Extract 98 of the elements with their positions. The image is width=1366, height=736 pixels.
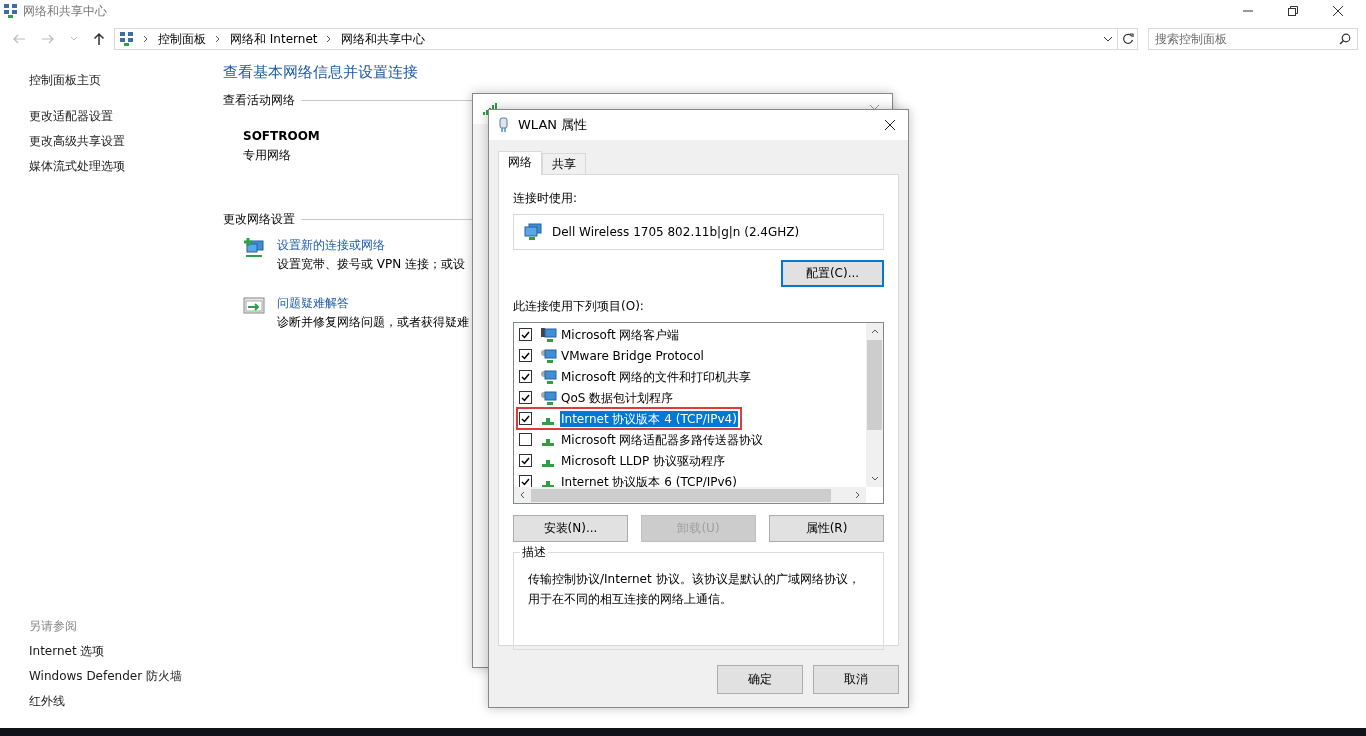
close-icon bbox=[884, 119, 896, 131]
adapter-name: Dell Wireless 1705 802.11b|g|n (2.4GHZ) bbox=[552, 225, 800, 239]
checkbox[interactable] bbox=[519, 370, 532, 383]
list-item[interactable]: Microsoft 网络客户端 bbox=[517, 324, 681, 345]
protocol-icon bbox=[542, 418, 554, 425]
sidebar-link[interactable]: 更改适配器设置 bbox=[29, 107, 223, 125]
scroll-right-icon bbox=[855, 491, 860, 499]
network-icon bbox=[3, 3, 18, 19]
tab[interactable]: 共享 bbox=[542, 153, 586, 174]
sidebar-link[interactable]: 控制面板主页 bbox=[29, 71, 223, 89]
chevron-icon bbox=[143, 35, 149, 43]
checkmark-icon bbox=[521, 393, 530, 402]
restore-icon bbox=[1287, 5, 1299, 17]
back-arrow-icon bbox=[12, 33, 26, 45]
section-heading: 更改网络设置 bbox=[223, 211, 295, 228]
network-name: SOFTROOM bbox=[243, 128, 320, 145]
scroll-up-icon bbox=[870, 329, 879, 334]
network-component-icon bbox=[540, 368, 557, 385]
list-item[interactable]: VMware Bridge Protocol bbox=[517, 345, 705, 366]
dropdown-icon bbox=[70, 36, 78, 42]
dropdown-icon bbox=[1102, 35, 1113, 43]
network-icon bbox=[119, 31, 134, 47]
dialog-button[interactable]: 属性(R) bbox=[769, 515, 884, 542]
scroll-left-icon bbox=[520, 491, 525, 499]
search-field[interactable]: 搜索控制面板 bbox=[1148, 28, 1358, 50]
chevron-icon bbox=[326, 35, 333, 43]
configure-button[interactable]: 配置(C)... bbox=[781, 260, 884, 287]
description-text: 传输控制协议/Internet 协议。该协议是默认的广域网络协议，用于在不同的相互连接的网络上通信。 bbox=[528, 571, 861, 608]
network-type: 专用网络 bbox=[243, 147, 291, 164]
checkbox[interactable] bbox=[519, 391, 532, 404]
task-description: 设置宽带、拨号或 VPN 连接；或设 bbox=[277, 256, 466, 273]
list-item[interactable]: Microsoft 网络的文件和打印机共享 bbox=[517, 366, 753, 387]
checkmark-icon bbox=[521, 330, 530, 339]
monitors-icon bbox=[524, 223, 542, 241]
address-bar[interactable]: 控制面板 网络和 Internet 网络和共享中心 bbox=[114, 28, 1118, 50]
list-item[interactable]: Microsoft LLDP 协议驱动程序 bbox=[517, 450, 727, 471]
item-label: Microsoft LLDP 协议驱动程序 bbox=[560, 452, 727, 469]
sidebar-link[interactable]: 媒体流式处理选项 bbox=[29, 157, 223, 175]
refresh-icon bbox=[1121, 33, 1134, 45]
scroll-down-icon bbox=[870, 476, 879, 481]
task-link[interactable]: 问题疑难解答 bbox=[277, 294, 469, 312]
section-heading: 查看活动网络 bbox=[223, 92, 295, 109]
troubleshoot-icon bbox=[243, 296, 265, 316]
vertical-scrollbar[interactable] bbox=[866, 323, 883, 487]
breadcrumb[interactable]: 网络和共享中心 bbox=[341, 30, 426, 48]
page-heading: 查看基本网络信息并设置连接 bbox=[223, 62, 419, 83]
up-arrow-icon bbox=[93, 32, 105, 46]
network-component-icon bbox=[540, 389, 557, 406]
checkmark-icon bbox=[521, 414, 530, 423]
field-label: 此连接使用下列项目(O): bbox=[513, 298, 645, 315]
sidebar-link[interactable]: Windows Defender 防火墙 bbox=[29, 667, 223, 685]
adapter-icon bbox=[499, 117, 508, 133]
chevron-icon bbox=[215, 35, 221, 43]
checkbox[interactable] bbox=[519, 328, 532, 341]
refresh-button[interactable] bbox=[1117, 28, 1139, 50]
dialog-button[interactable]: 确定 bbox=[717, 665, 803, 694]
list-item[interactable]: QoS 数据包计划程序 bbox=[517, 387, 675, 408]
field-label: 连接时使用: bbox=[513, 190, 579, 207]
item-label: Microsoft 网络适配器多路传送器协议 bbox=[560, 431, 765, 448]
checkbox[interactable] bbox=[519, 454, 532, 467]
checkmark-icon bbox=[521, 477, 530, 486]
search-icon bbox=[1339, 33, 1351, 45]
horizontal-scrollbar[interactable] bbox=[514, 487, 866, 503]
group-heading: 描述 bbox=[520, 545, 548, 559]
network-component-icon bbox=[540, 347, 557, 364]
item-label: Internet 协议版本 6 (TCP/IPv6) bbox=[560, 473, 738, 490]
item-label: QoS 数据包计划程序 bbox=[560, 389, 675, 406]
breadcrumb[interactable]: 控制面板 bbox=[158, 30, 206, 48]
dialog-title: WLAN 属性 bbox=[518, 116, 588, 134]
dialog-button[interactable]: 取消 bbox=[813, 665, 899, 694]
task-description: 诊断并修复网络问题，或者获得疑难 bbox=[277, 314, 469, 331]
task-link[interactable]: 设置新的连接或网络 bbox=[277, 236, 466, 254]
dialog-button[interactable]: 安装(N)... bbox=[513, 515, 628, 542]
item-label: Microsoft 网络的文件和打印机共享 bbox=[560, 368, 753, 385]
network-add-icon bbox=[243, 238, 265, 258]
checkbox[interactable] bbox=[519, 349, 532, 362]
checkmark-icon bbox=[521, 372, 530, 381]
checkbox[interactable] bbox=[519, 433, 532, 446]
list-item[interactable]: Microsoft 网络适配器多路传送器协议 bbox=[517, 429, 765, 450]
sidebar-link[interactable]: 红外线 bbox=[29, 692, 223, 710]
checkmark-icon bbox=[521, 456, 530, 465]
list-item[interactable]: Internet 协议版本 4 (TCP/IPv4) bbox=[517, 408, 741, 429]
item-label: VMware Bridge Protocol bbox=[560, 347, 705, 364]
forward-arrow-icon bbox=[41, 33, 55, 45]
sidebar-link[interactable]: 更改高级共享设置 bbox=[29, 132, 223, 150]
close-icon bbox=[1332, 5, 1344, 17]
section-heading: 另请参阅 bbox=[29, 618, 78, 635]
item-label: Internet 协议版本 4 (TCP/IPv4) bbox=[560, 410, 738, 427]
window-title: 网络和共享中心 bbox=[23, 2, 107, 20]
item-label: Microsoft 网络客户端 bbox=[560, 326, 681, 343]
checkbox[interactable] bbox=[519, 412, 532, 425]
network-component-icon bbox=[540, 326, 557, 343]
checkmark-icon bbox=[521, 351, 530, 360]
protocol-icon bbox=[542, 439, 554, 446]
sidebar-link[interactable]: Internet 选项 bbox=[29, 642, 223, 660]
breadcrumb[interactable]: 网络和 Internet bbox=[230, 30, 318, 48]
protocol-icon bbox=[542, 460, 554, 467]
tab[interactable]: 网络 bbox=[498, 151, 542, 175]
